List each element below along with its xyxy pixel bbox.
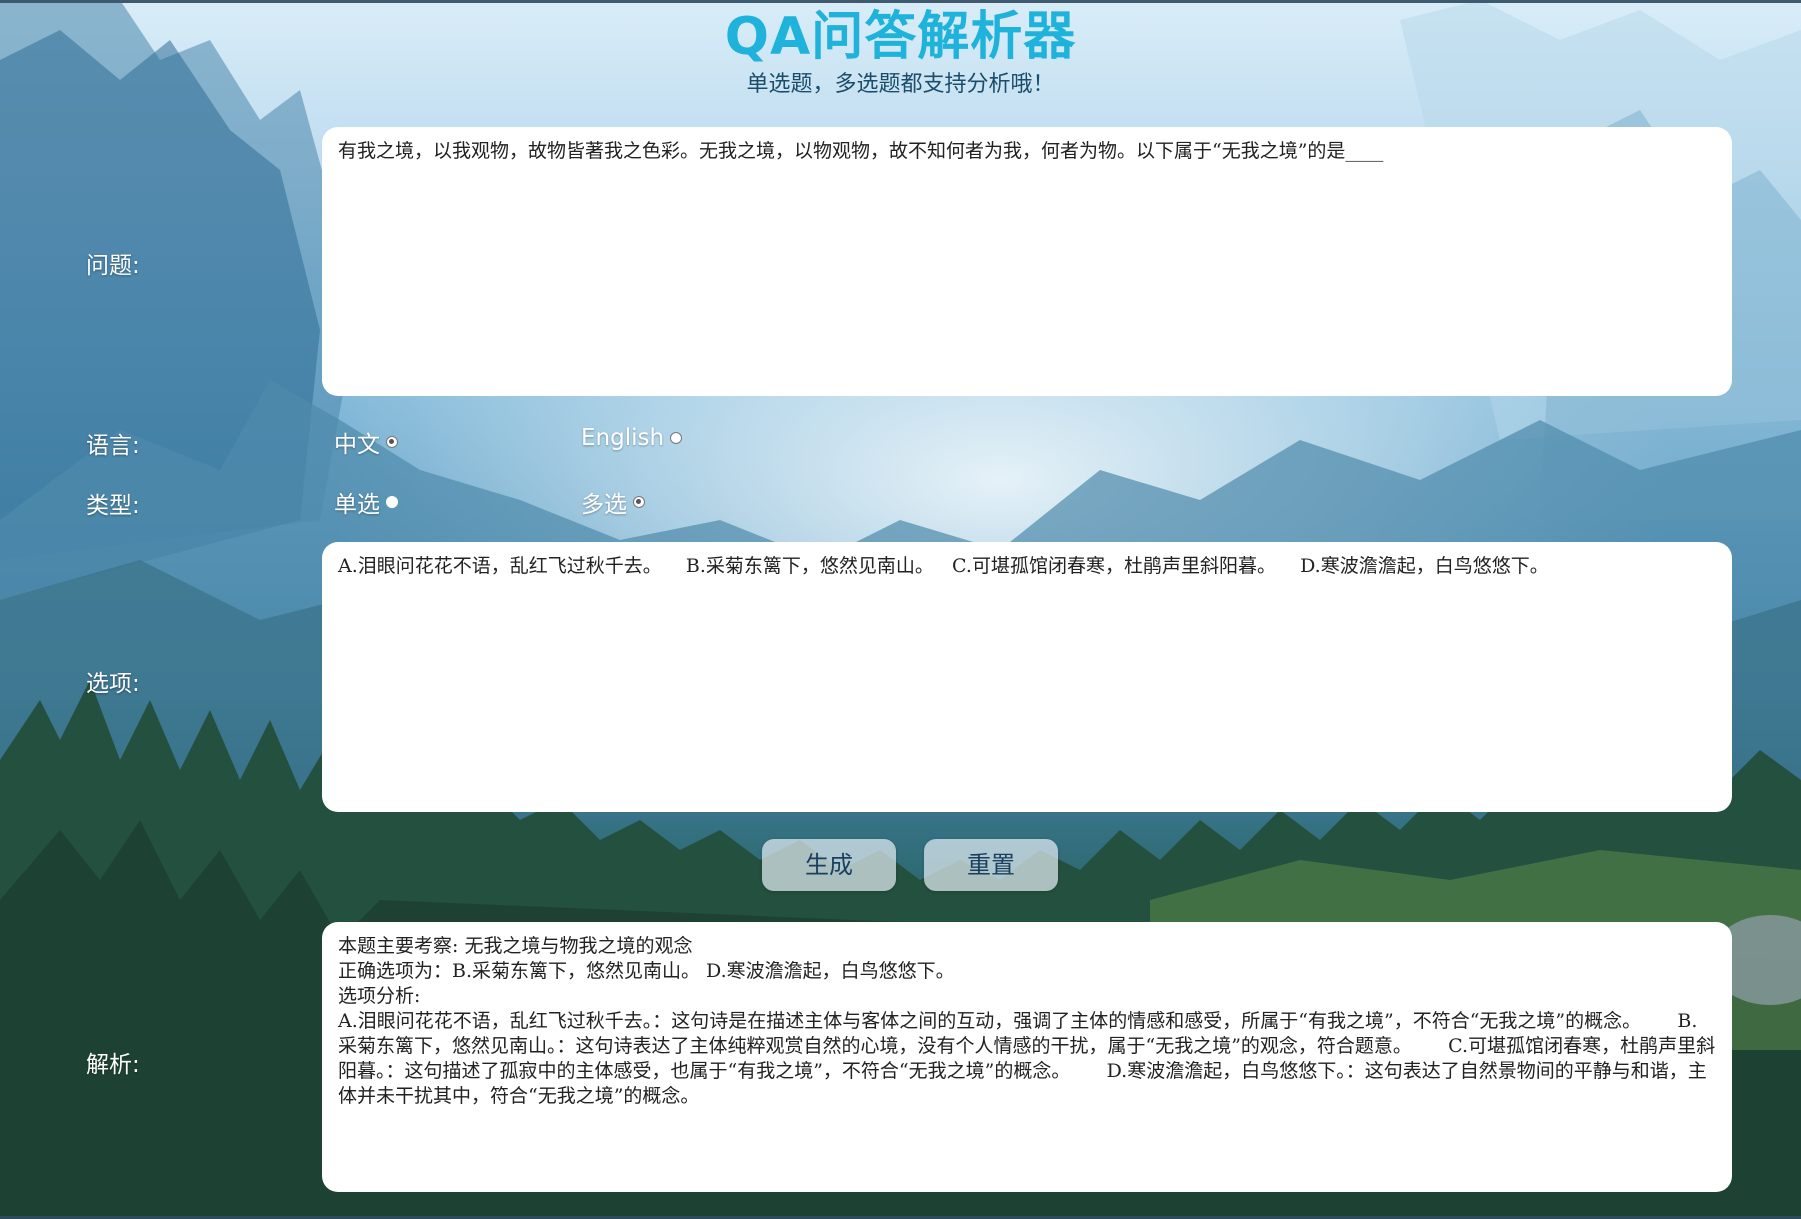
analysis-textarea[interactable]: 本题主要考察: 无我之境与物我之境的观念 正确选项为：B.采菊东篱下，悠然见南山… xyxy=(322,922,1732,1192)
options-textarea[interactable]: A.泪眼问花花不语，乱红飞过秋千去。 B.采菊东篱下，悠然见南山。 C.可堪孤馆… xyxy=(322,542,1732,812)
language-option-english[interactable]: English xyxy=(581,425,683,451)
type-option-single[interactable]: 单选 xyxy=(334,485,398,519)
analysis-label: 解析: xyxy=(86,1052,140,1078)
window-top-edge xyxy=(0,0,1801,3)
page-title: QA问答解析器 xyxy=(724,7,1077,67)
type-label: 类型: xyxy=(86,493,140,519)
type-option-multiple[interactable]: 多选 xyxy=(581,485,645,519)
question-label: 问题: xyxy=(86,253,140,279)
type-multiple-radio[interactable] xyxy=(633,496,645,508)
type-option-single-label: 单选 xyxy=(334,492,380,518)
type-single-radio[interactable] xyxy=(386,496,398,508)
language-chinese-radio[interactable] xyxy=(386,436,398,448)
reset-button[interactable]: 重置 xyxy=(924,839,1058,891)
language-option-english-label: English xyxy=(581,425,665,451)
language-label: 语言: xyxy=(86,433,140,459)
page-subtitle: 单选题，多选题都支持分析哦！ xyxy=(746,72,1055,97)
options-label: 选项: xyxy=(86,671,140,697)
type-option-multiple-label: 多选 xyxy=(581,492,627,518)
language-option-chinese-label: 中文 xyxy=(334,432,380,458)
language-option-chinese[interactable]: 中文 xyxy=(334,425,398,459)
generate-button[interactable]: 生成 xyxy=(762,839,896,891)
language-english-radio[interactable] xyxy=(670,432,683,444)
question-textarea[interactable]: 有我之境，以我观物，故物皆著我之色彩。无我之境，以物观物，故不知何者为我，何者为… xyxy=(322,127,1732,396)
